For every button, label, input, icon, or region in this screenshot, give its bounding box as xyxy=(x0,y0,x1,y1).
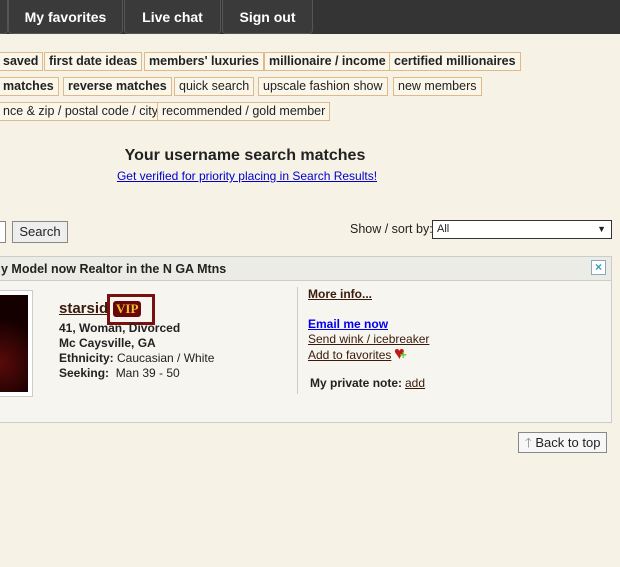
chip-certified-millionaires[interactable]: certified millionaires xyxy=(389,52,521,71)
username-link[interactable]: starsid xyxy=(59,300,108,317)
email-link[interactable]: Email me now xyxy=(308,317,388,331)
sort-select[interactable]: All ▼ xyxy=(432,220,612,239)
vip-badge: VIP xyxy=(113,301,142,317)
chip-reverse-matches[interactable]: reverse matches xyxy=(63,77,172,96)
tab-live-chat[interactable]: Live chat xyxy=(124,0,221,34)
profile-details: 41, Woman, Divorced xyxy=(59,321,181,335)
seeking-label: Seeking: xyxy=(59,366,110,380)
chip-quick-search[interactable]: quick search xyxy=(174,77,255,96)
search-input[interactable] xyxy=(0,221,6,243)
chip-recommended[interactable]: recommended / gold member xyxy=(157,102,331,121)
seeking-value: Man 39 - 50 xyxy=(115,366,180,380)
heart-plus-icon[interactable]: ♥+ xyxy=(394,343,407,364)
profile-card: y Model now Realtor in the N GA Mtns × s… xyxy=(0,256,612,423)
chip-members-luxuries[interactable]: members' luxuries xyxy=(144,52,264,71)
chip-first-date-ideas[interactable]: first date ideas xyxy=(44,52,143,71)
chevron-down-icon: ▼ xyxy=(597,224,606,234)
chip-matches[interactable]: matches xyxy=(0,77,59,96)
verify-link[interactable]: Get verified for priority placing in Sea… xyxy=(0,169,494,183)
profile-photo[interactable] xyxy=(0,290,33,397)
tab-my-favorites[interactable]: My favorites xyxy=(8,0,123,34)
ethnicity-label: Ethnicity: xyxy=(59,351,114,365)
chip-new-members[interactable]: new members xyxy=(393,77,482,96)
back-to-top-button[interactable]: 🡑 Back to top xyxy=(518,432,607,453)
search-button[interactable]: Search xyxy=(12,221,68,243)
ethnicity-value: Caucasian / White xyxy=(117,351,215,365)
sort-label: Show / sort by: xyxy=(350,222,433,236)
add-note-link[interactable]: add xyxy=(405,376,425,390)
wink-link[interactable]: Send wink / icebreaker xyxy=(308,332,429,346)
tab-sign-out[interactable]: Sign out xyxy=(222,0,313,34)
private-note-label: My private note: xyxy=(310,376,403,390)
tab-hidden[interactable] xyxy=(0,0,8,34)
chip-millionaire-income[interactable]: millionaire / income xyxy=(264,52,391,71)
chip-saved[interactable]: saved xyxy=(0,52,44,71)
divider xyxy=(297,287,298,394)
profile-location: Mc Caysville, GA xyxy=(59,336,156,350)
arrow-up-icon: 🡑 xyxy=(525,435,532,450)
back-to-top-label: Back to top xyxy=(535,435,601,450)
more-info-link[interactable]: More info... xyxy=(308,287,372,301)
chip-upscale-fashion-show[interactable]: upscale fashion show xyxy=(258,77,388,96)
sort-value: All xyxy=(437,223,450,235)
top-nav: My favorites Live chat Sign out xyxy=(0,0,620,34)
close-icon[interactable]: × xyxy=(591,260,606,275)
page-title: Your username search matches xyxy=(124,147,366,164)
chip-zip-city[interactable]: nce & zip / postal code / city xyxy=(0,102,163,121)
add-favorites-link[interactable]: Add to favorites xyxy=(308,348,391,362)
profile-headline: y Model now Realtor in the N GA Mtns xyxy=(0,257,611,281)
